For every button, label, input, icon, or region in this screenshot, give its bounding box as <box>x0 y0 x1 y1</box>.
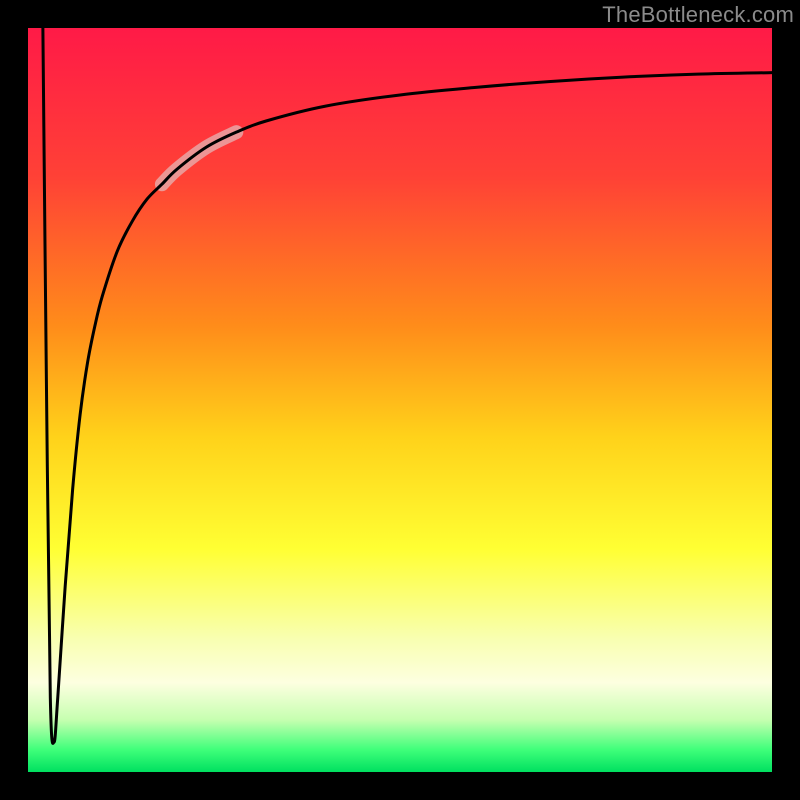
watermark-text: TheBottleneck.com <box>602 2 794 28</box>
chart-frame: TheBottleneck.com <box>0 0 800 800</box>
plot-area <box>28 28 772 772</box>
chart-curve <box>28 28 772 772</box>
